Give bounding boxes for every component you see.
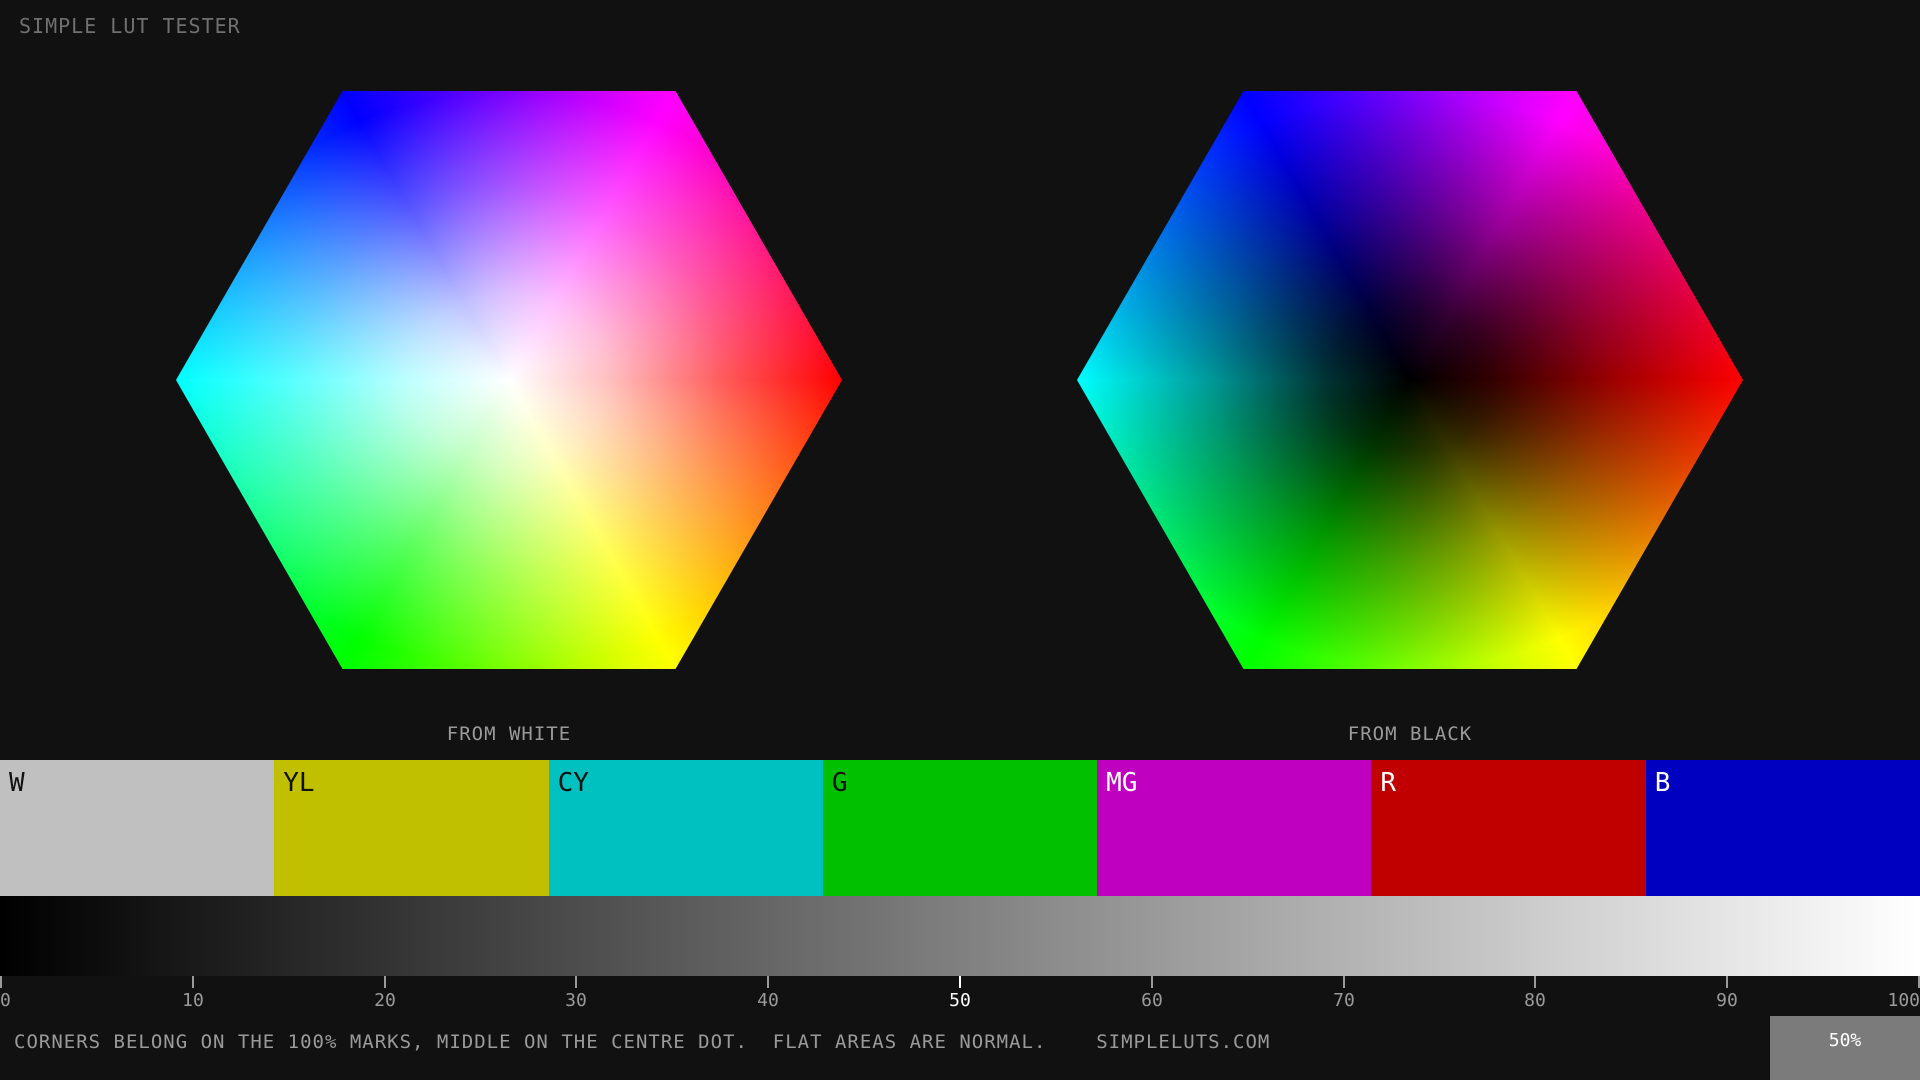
color-bar-label: B (1654, 768, 1671, 798)
scale-tick-label: 50 (949, 990, 971, 1011)
scale-tick (1726, 976, 1728, 988)
hexagon-caption-from-white: FROM WHITE (446, 723, 572, 745)
color-bar-mg: MG (1097, 760, 1372, 896)
color-bar-label: G (831, 768, 848, 798)
scale-tick (575, 976, 577, 988)
color-bar-label: MG (1106, 768, 1138, 798)
grayscale-ramp (0, 896, 1920, 976)
scale-tick-label: 30 (565, 990, 587, 1011)
color-bar-r: R (1371, 760, 1646, 896)
color-bars: W YL CY G MG R B (0, 760, 1920, 896)
scale-tick-label: 90 (1716, 990, 1738, 1011)
color-bar-cy: CY (548, 760, 823, 896)
hexagon-caption-from-black: FROM BLACK (1347, 723, 1473, 745)
color-bar-label: R (1380, 768, 1397, 798)
color-bar-yl: YL (274, 760, 549, 896)
hexagon-from-black (1077, 91, 1743, 669)
hexagon-from-white (176, 91, 842, 669)
scale-tick (192, 976, 194, 988)
footer-note: CORNERS BELONG ON THE 100% MARKS, MIDDLE… (14, 1031, 1271, 1053)
scale-tick-label: 20 (374, 990, 396, 1011)
scale-tick (959, 976, 961, 988)
color-bar-b: B (1645, 760, 1920, 896)
scale-tick (384, 976, 386, 988)
scale-tick-label: 80 (1524, 990, 1546, 1011)
scale-tick (1534, 976, 1536, 988)
zoom-badge[interactable]: 50% (1770, 1016, 1920, 1080)
color-bar-g: G (822, 760, 1098, 896)
scale-tick (1151, 976, 1153, 988)
scale-tick (767, 976, 769, 988)
scale-tick-label: 100 (1887, 990, 1920, 1011)
footer: CORNERS BELONG ON THE 100% MARKS, MIDDLE… (0, 1016, 1920, 1080)
color-bar-label: CY (557, 768, 589, 798)
scale-tick (0, 976, 2, 988)
percent-scale: 0 10 20 30 40 50 60 70 80 90 100 (0, 976, 1920, 1016)
scale-tick-label: 60 (1141, 990, 1163, 1011)
scale-tick-label: 10 (182, 990, 204, 1011)
color-bar-label: W (9, 768, 25, 798)
scale-tick-label: 40 (757, 990, 779, 1011)
color-bar-w: W (0, 760, 275, 896)
scale-tick-label: 0 (0, 990, 11, 1011)
scale-tick (1343, 976, 1345, 988)
color-bar-label: YL (283, 768, 315, 798)
scale-tick-label: 70 (1333, 990, 1355, 1011)
app-title: SIMPLE LUT TESTER (19, 14, 241, 38)
